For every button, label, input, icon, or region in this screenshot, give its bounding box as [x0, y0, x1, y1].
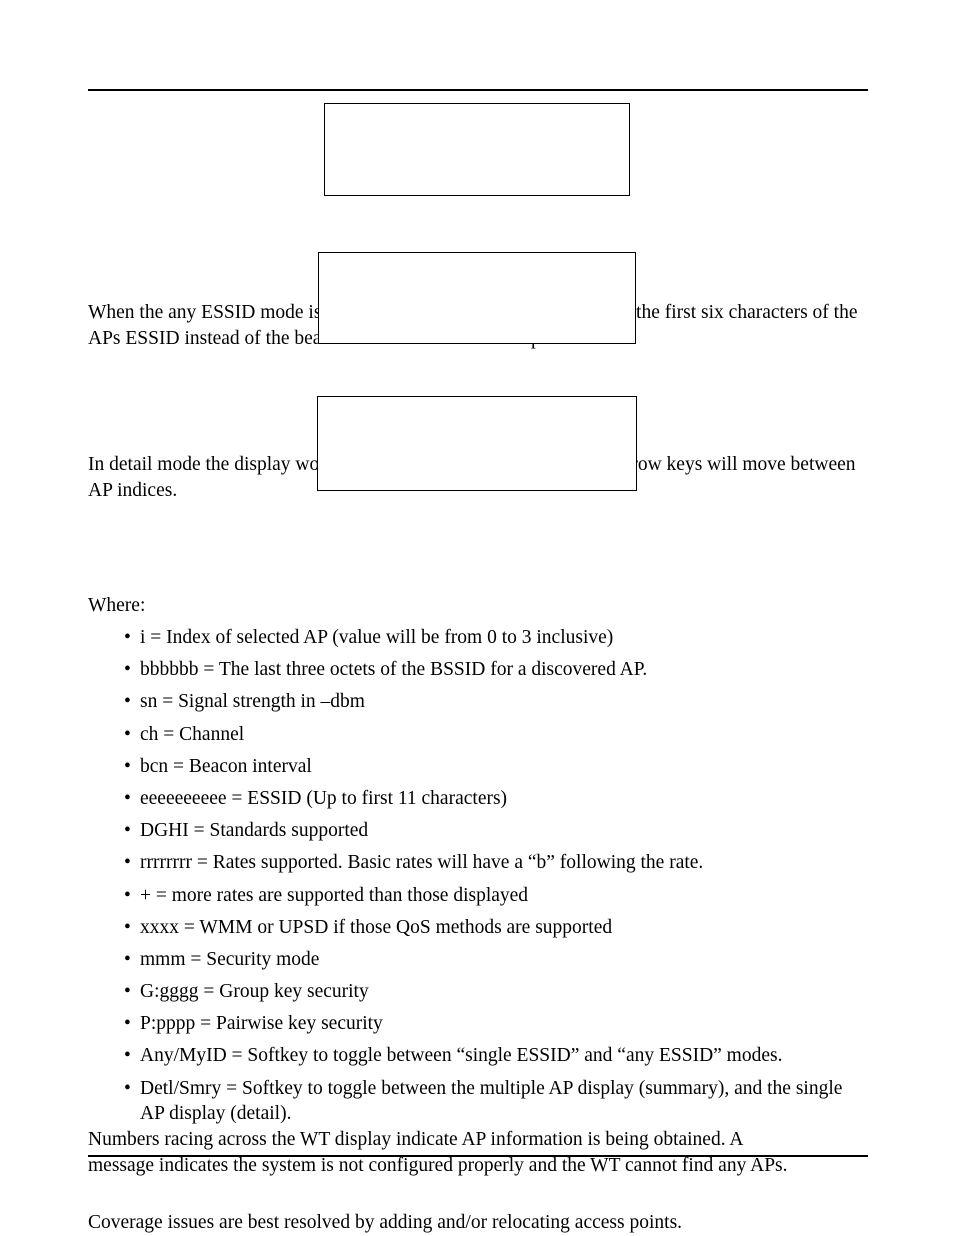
list-item-label: eeeeeeeeee = ESSID (Up to first 11 chara…: [140, 787, 508, 809]
bullet-icon: •: [124, 755, 131, 777]
where-label: Where:: [88, 595, 146, 616]
list-item: • Any/MyID = Softkey to toggle between “…: [88, 1043, 868, 1069]
paragraph-numbers-part2: message indicates the system is not conf…: [88, 1154, 788, 1176]
list-item-label: ch = Channel: [140, 723, 245, 745]
bullet-icon: •: [124, 691, 131, 713]
footer-rule: [88, 1155, 868, 1157]
list-item: • DGHI = Standards supported: [88, 818, 868, 844]
bullet-icon: •: [124, 659, 131, 681]
list-item-label: i = Index of selected AP (value will be …: [140, 627, 614, 648]
list-item: • xxxx = WMM or UPSD if those QoS method…: [88, 915, 868, 941]
bullet-icon: •: [124, 1013, 131, 1035]
list-item: • Detl/Smry = Softkey to toggle between …: [88, 1076, 868, 1127]
list-item: • + = more rates are supported than thos…: [88, 883, 868, 909]
paragraph-coverage-issues: Coverage issues are best resolved by add…: [88, 1212, 683, 1233]
list-item-label: P:pppp = Pairwise key security: [140, 1013, 383, 1035]
list-item: • G:gggg = Group key security: [88, 979, 868, 1005]
bullet-icon: •: [124, 852, 131, 874]
list-item-label: sn = Signal strength in –dbm: [140, 691, 365, 713]
list-item: • bbbbbb = The last three octets of the …: [88, 657, 868, 683]
bullet-icon: •: [124, 948, 131, 970]
bullet-icon: •: [124, 820, 131, 842]
bullet-icon: •: [124, 981, 131, 1003]
list-item-label: bcn = Beacon interval: [140, 755, 312, 777]
list-item-label: rrrrrrrr = Rates supported. Basic rates …: [140, 852, 704, 874]
list-item-label: Any/MyID = Softkey to toggle between “si…: [140, 1045, 783, 1067]
summary-display-figure-1: [324, 103, 630, 196]
detail-mode-display-figure-3: [317, 396, 637, 491]
bullet-icon: •: [124, 787, 131, 809]
bullet-icon: •: [124, 723, 131, 745]
paragraph-numbers-racing: Numbers racing across the WT display ind…: [88, 1127, 868, 1178]
list-item: • mmm = Security mode: [88, 947, 868, 973]
list-item-label: mmm = Security mode: [140, 948, 320, 970]
list-item-label: xxxx = WMM or UPSD if those QoS methods …: [140, 916, 613, 938]
bullet-icon: •: [124, 1077, 131, 1099]
any-essid-summary-display-figure-2: [318, 252, 636, 344]
list-item: • P:pppp = Pairwise key security: [88, 1011, 868, 1037]
list-item: • rrrrrrrr = Rates supported. Basic rate…: [88, 850, 868, 876]
list-item: • sn = Signal strength in –dbm: [88, 689, 868, 715]
list-item-label: bbbbbb = The last three octets of the BS…: [140, 659, 648, 681]
list-item: • ch = Channel: [88, 722, 868, 748]
bullet-icon: •: [124, 1045, 131, 1067]
document-page: When the any ESSID mode is selected, the…: [0, 0, 954, 1235]
header-rule: [88, 89, 868, 91]
bullet-icon: •: [124, 627, 131, 648]
paragraph-numbers-part1: Numbers racing across the WT display ind…: [88, 1129, 744, 1150]
bullet-icon: •: [124, 884, 131, 906]
bullet-icon: •: [124, 916, 131, 938]
legend-list: • i = Index of selected AP (value will b…: [88, 625, 868, 1133]
list-item: • bcn = Beacon interval: [88, 754, 868, 780]
list-item-label: + = more rates are supported than those …: [140, 884, 529, 906]
list-item: • eeeeeeeeee = ESSID (Up to first 11 cha…: [88, 786, 868, 812]
list-item-label: DGHI = Standards supported: [140, 820, 369, 842]
list-item-label: G:gggg = Group key security: [140, 981, 369, 1003]
list-item-label: Detl/Smry = Softkey to toggle between th…: [140, 1077, 843, 1125]
list-item: • i = Index of selected AP (value will b…: [88, 625, 868, 651]
